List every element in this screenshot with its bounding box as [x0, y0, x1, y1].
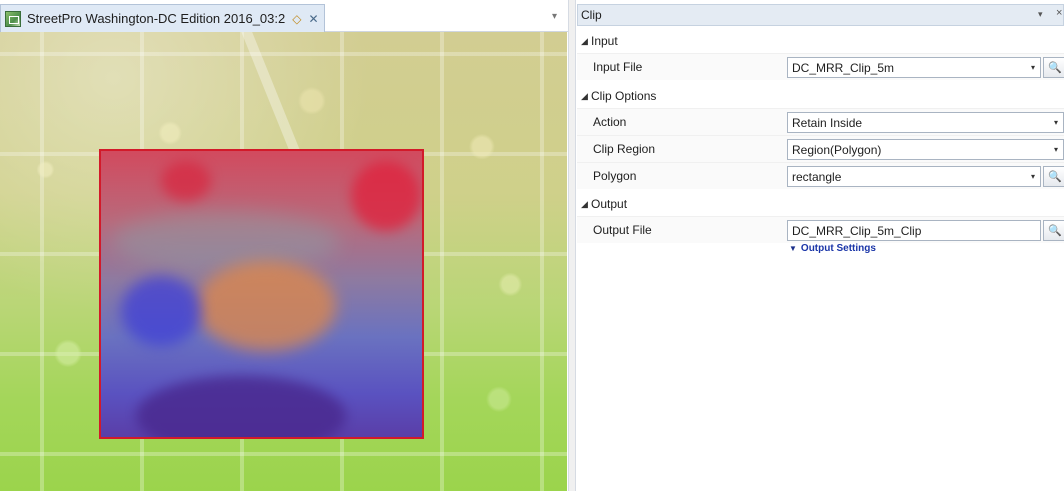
browse-output-file-button[interactable]: 🔍: [1043, 220, 1064, 241]
input-file-label: Input File: [593, 60, 643, 74]
output-settings-link[interactable]: ▼ Output Settings: [789, 243, 876, 254]
pane-close-icon[interactable]: ×: [1056, 7, 1062, 19]
collapse-arrow-icon[interactable]: ◢: [581, 199, 591, 210]
expand-arrow-icon: ▼: [789, 244, 797, 253]
browse-icon: 🔍: [1048, 62, 1062, 74]
property-row-clip-region: Clip Region Region(Polygon) ▾: [577, 135, 1064, 162]
clip-region-label: Clip Region: [593, 142, 656, 156]
collapse-arrow-icon[interactable]: ◢: [581, 36, 591, 47]
clip-region-rectangle[interactable]: [99, 149, 424, 439]
property-row-output-file: Output File DC_MRR_Clip_5m_Clip 🔍: [577, 216, 1064, 243]
group-label-output: Output: [591, 197, 628, 211]
select-polygon-button[interactable]: 🔍: [1043, 166, 1064, 187]
raster-patch: [161, 161, 211, 201]
pane-menu-chevron-icon[interactable]: ▾: [1038, 9, 1043, 20]
chevron-down-icon[interactable]: ▾: [1026, 172, 1040, 181]
polygon-dropdown[interactable]: rectangle ▾: [787, 166, 1041, 187]
raster-patch: [121, 276, 201, 346]
pane-splitter[interactable]: [568, 0, 576, 491]
group-clip-options[interactable]: ◢ Clip Options: [577, 85, 1064, 107]
output-file-label: Output File: [593, 223, 652, 237]
map-document-tab[interactable]: StreetPro Washington-DC Edition 2016_03:…: [0, 4, 325, 32]
raster-patch: [136, 376, 346, 437]
chevron-down-icon[interactable]: ▾: [1026, 63, 1040, 72]
close-icon[interactable]: ✕: [308, 12, 318, 26]
input-file-value: DC_MRR_Clip_5m: [792, 60, 895, 75]
action-value: Retain Inside: [792, 115, 863, 130]
output-settings-label: Output Settings: [800, 243, 876, 254]
map-pane: StreetPro Washington-DC Edition 2016_03:…: [0, 0, 568, 491]
document-tab-strip: StreetPro Washington-DC Edition 2016_03:…: [0, 0, 568, 32]
map-tab-title: StreetPro Washington-DC Edition 2016_03:…: [27, 11, 286, 26]
tab-overflow-chevron-icon[interactable]: ▾: [552, 11, 557, 22]
collapse-arrow-icon[interactable]: ◢: [581, 91, 591, 102]
map-canvas[interactable]: [0, 32, 567, 491]
chevron-down-icon[interactable]: ▾: [1049, 118, 1063, 127]
group-label-clip-options: Clip Options: [591, 89, 657, 103]
map-document-icon: [5, 10, 21, 27]
group-output[interactable]: ◢ Output: [577, 193, 1064, 215]
browse-icon: 🔍: [1048, 171, 1062, 183]
group-input[interactable]: ◢ Input: [577, 30, 1064, 52]
output-file-input[interactable]: DC_MRR_Clip_5m_Clip: [787, 220, 1041, 241]
group-label-input: Input: [591, 34, 618, 48]
property-row-input-file: Input File DC_MRR_Clip_5m ▾ 🔍: [577, 53, 1064, 80]
tool-pane-title: Clip: [581, 8, 602, 22]
action-label: Action: [593, 115, 627, 129]
raster-patch: [351, 161, 421, 231]
property-row-action: Action Retain Inside ▾: [577, 108, 1064, 135]
browse-icon: 🔍: [1048, 225, 1062, 237]
input-file-dropdown[interactable]: DC_MRR_Clip_5m ▾: [787, 57, 1041, 78]
action-dropdown[interactable]: Retain Inside ▾: [787, 112, 1064, 133]
output-file-value: DC_MRR_Clip_5m_Clip: [792, 223, 922, 238]
property-row-polygon: Polygon rectangle ▾ 🔍: [577, 162, 1064, 189]
polygon-label: Polygon: [593, 169, 637, 183]
raster-patch: [111, 211, 341, 271]
chevron-down-icon[interactable]: ▾: [1049, 145, 1063, 154]
clip-region-value: Region(Polygon): [792, 142, 882, 157]
tool-pane-header: Clip ▾ ×: [577, 4, 1064, 26]
polygon-value: rectangle: [792, 169, 842, 184]
clip-region-dropdown[interactable]: Region(Polygon) ▾: [787, 139, 1064, 160]
raster-patch: [196, 261, 336, 351]
clip-tool-pane: Clip ▾ × ◢ Input Input File DC_MRR_Clip_…: [577, 0, 1064, 491]
browse-input-file-button[interactable]: 🔍: [1043, 57, 1064, 78]
pin-icon[interactable]: ◇: [292, 12, 301, 26]
